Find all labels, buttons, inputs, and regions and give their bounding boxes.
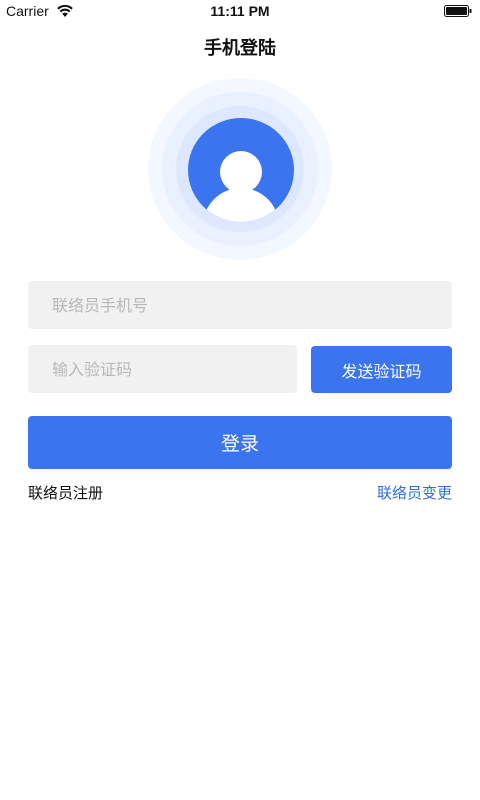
page-title: 手机登陆	[204, 38, 276, 59]
register-link[interactable]: 联络员注册	[28, 482, 103, 503]
avatar-head	[220, 151, 262, 193]
battery-icon	[444, 5, 472, 17]
user-avatar-icon	[188, 118, 294, 222]
change-contact-link[interactable]: 联络员变更	[377, 482, 452, 503]
status-bar: Carrier 11:11 PM	[0, 0, 480, 24]
avatar-body	[203, 188, 279, 222]
avatar-area	[144, 78, 336, 260]
phone-input[interactable]	[28, 281, 452, 329]
send-code-button[interactable]: 发送验证码	[311, 346, 452, 393]
login-screen: Carrier 11:11 PM 手机登陆 发送验证码 登录 联络员注册 联络员…	[0, 0, 480, 800]
status-time: 11:11 PM	[210, 3, 270, 19]
verification-code-input[interactable]	[28, 345, 297, 393]
login-button[interactable]: 登录	[28, 416, 452, 469]
